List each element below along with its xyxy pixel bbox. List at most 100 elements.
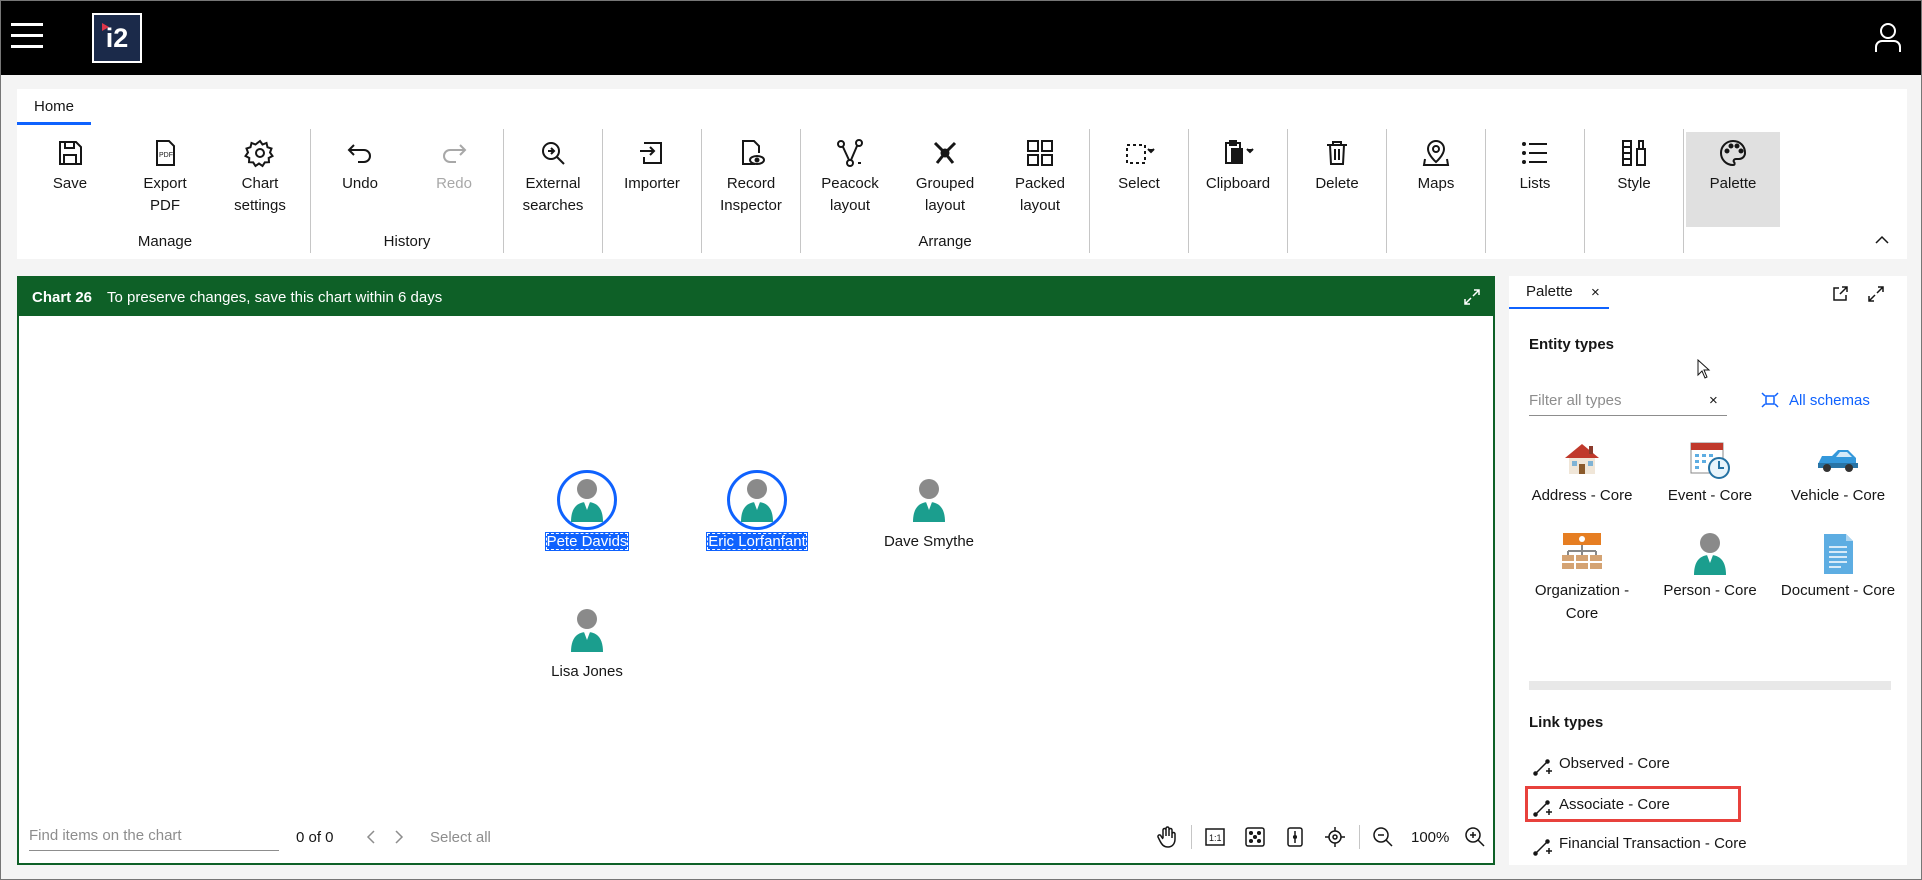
ribbon-divider bbox=[1287, 129, 1288, 253]
undo-button[interactable]: Undo bbox=[313, 137, 407, 227]
fit-selection-icon[interactable] bbox=[1283, 825, 1307, 849]
chart-node-eric-lorfanfant[interactable]: Eric Lorfanfant bbox=[682, 470, 832, 551]
center-target-icon[interactable] bbox=[1323, 825, 1347, 849]
link-add-icon bbox=[1533, 800, 1552, 817]
peacock-layout-icon bbox=[837, 139, 863, 167]
person-node-icon bbox=[899, 470, 959, 530]
collapse-ribbon-icon[interactable] bbox=[1875, 235, 1889, 245]
peacock-layout-button[interactable]: Peacock layout bbox=[803, 137, 897, 227]
packed-label-1: Packed bbox=[1014, 175, 1066, 192]
external-label-1: External bbox=[525, 175, 581, 192]
record-label-2: Inspector bbox=[720, 197, 782, 214]
zoom-in-icon[interactable] bbox=[1463, 825, 1487, 849]
entity-type-organization[interactable]: Organization - Core bbox=[1517, 531, 1647, 625]
packed-layout-button[interactable]: Packed layout bbox=[993, 137, 1087, 227]
entity-label: Vehicle - Core bbox=[1790, 487, 1886, 504]
filter-types-input[interactable] bbox=[1529, 386, 1727, 416]
entity-type-address[interactable]: Address - Core bbox=[1517, 436, 1647, 507]
i2-logo: i2 bbox=[92, 13, 142, 63]
list-icon bbox=[1522, 142, 1547, 164]
ribbon-tab-row: Home bbox=[17, 89, 1907, 125]
link-add-icon bbox=[1533, 839, 1552, 856]
pan-hand-icon[interactable] bbox=[1155, 825, 1179, 849]
maximize-icon[interactable] bbox=[1463, 288, 1481, 306]
car-icon bbox=[1818, 450, 1858, 472]
previous-result-icon[interactable] bbox=[361, 827, 381, 847]
group-arrange-label: Arrange bbox=[918, 233, 972, 250]
delete-button[interactable]: Delete bbox=[1290, 137, 1384, 227]
redo-button[interactable]: Redo bbox=[407, 137, 501, 227]
link-label: Observed - Core bbox=[1559, 755, 1670, 772]
maximize-panel-icon[interactable] bbox=[1867, 285, 1885, 303]
actual-size-icon[interactable]: 1:1 bbox=[1203, 825, 1227, 849]
packed-label-2: layout bbox=[1019, 197, 1061, 214]
tab-palette[interactable]: Palette × bbox=[1509, 276, 1609, 309]
user-profile-icon[interactable] bbox=[1875, 23, 1901, 53]
palette-tab-label: Palette bbox=[1526, 283, 1573, 300]
toolbar-divider bbox=[1191, 825, 1192, 849]
maps-button[interactable]: Maps bbox=[1389, 137, 1483, 227]
peacock-label-1: Peacock bbox=[821, 175, 879, 192]
link-label: Financial Transaction - Core bbox=[1559, 835, 1747, 852]
entity-type-vehicle[interactable]: Vehicle - Core bbox=[1773, 436, 1903, 507]
entity-type-document[interactable]: Document - Core bbox=[1773, 531, 1903, 602]
link-types-heading: Link types bbox=[1529, 714, 1604, 731]
entity-type-person[interactable]: Person - Core bbox=[1645, 531, 1775, 602]
undo-label: Undo bbox=[342, 175, 378, 192]
importer-label: Importer bbox=[624, 175, 680, 192]
fit-all-icon[interactable] bbox=[1243, 825, 1267, 849]
zoom-out-icon[interactable] bbox=[1371, 825, 1395, 849]
select-all-button[interactable]: Select all bbox=[430, 829, 491, 846]
select-button[interactable]: Select bbox=[1092, 137, 1186, 227]
importer-button[interactable]: Importer bbox=[605, 137, 699, 227]
save-button[interactable]: Save bbox=[23, 137, 117, 227]
palette-button[interactable]: Palette bbox=[1686, 132, 1780, 227]
palette-icon bbox=[1720, 139, 1747, 167]
zoom-level: 100% bbox=[1411, 829, 1450, 846]
external-searches-button[interactable]: External searches bbox=[506, 137, 600, 227]
node-label: Eric Lorfanfant bbox=[706, 532, 808, 551]
lists-button[interactable]: Lists bbox=[1488, 137, 1582, 227]
grouped-layout-button[interactable]: Grouped layout bbox=[898, 137, 992, 227]
record-inspector-button[interactable]: Record Inspector bbox=[704, 137, 798, 227]
link-label: Associate - Core bbox=[1559, 796, 1670, 813]
find-items-input[interactable] bbox=[29, 821, 279, 851]
chart-footer-toolbar: 0 of 0 Select all 1:1 100% bbox=[19, 813, 1493, 863]
all-schemas-button[interactable]: All schemas bbox=[1761, 392, 1870, 409]
chart-node-lisa-jones[interactable]: Lisa Jones bbox=[512, 600, 662, 681]
hamburger-menu-icon[interactable] bbox=[11, 23, 43, 49]
link-type-financial-transaction[interactable]: Financial Transaction - Core bbox=[1525, 826, 1825, 862]
chart-canvas[interactable]: Chart 26 To preserve changes, save this … bbox=[17, 276, 1495, 865]
pop-out-icon[interactable] bbox=[1831, 285, 1849, 303]
trash-icon bbox=[1327, 141, 1347, 165]
schema-icon bbox=[1761, 392, 1779, 408]
lists-label: Lists bbox=[1519, 175, 1551, 192]
clipboard-button[interactable]: Clipboard bbox=[1191, 137, 1285, 227]
group-manage-label: Manage bbox=[137, 233, 193, 250]
ribbon-divider bbox=[503, 129, 504, 253]
ribbon-divider bbox=[701, 129, 702, 253]
chart-node-pete-davids[interactable]: Pete Davids bbox=[512, 470, 662, 551]
close-palette-icon[interactable]: × bbox=[1591, 284, 1600, 301]
logo-arrow-icon bbox=[102, 23, 109, 31]
document-icon bbox=[1824, 534, 1853, 574]
ribbon-divider bbox=[1485, 129, 1486, 253]
export-pdf-button[interactable]: PDF Export PDF bbox=[118, 137, 212, 227]
link-type-associate[interactable]: Associate - Core bbox=[1525, 786, 1741, 822]
record-label-1: Record bbox=[726, 175, 776, 192]
entity-list-scrollbar[interactable] bbox=[1529, 681, 1891, 690]
clear-filter-icon[interactable]: × bbox=[1709, 392, 1718, 409]
chart-header: Chart 26 To preserve changes, save this … bbox=[19, 278, 1493, 316]
save-icon bbox=[59, 141, 82, 165]
link-type-observed[interactable]: Observed - Core bbox=[1525, 746, 1745, 782]
tab-home[interactable]: Home bbox=[17, 89, 92, 125]
entity-type-event[interactable]: Event - Core bbox=[1645, 436, 1775, 507]
style-button[interactable]: Style bbox=[1587, 137, 1681, 227]
chart-node-dave-smythe[interactable]: Dave Smythe bbox=[854, 470, 1004, 551]
save-label: Save bbox=[52, 175, 88, 192]
chart-settings-button[interactable]: Chart settings bbox=[213, 137, 307, 227]
ribbon-divider bbox=[1683, 129, 1684, 253]
next-result-icon[interactable] bbox=[389, 827, 409, 847]
entity-types-heading: Entity types bbox=[1529, 336, 1615, 353]
export-label-2: PDF bbox=[150, 197, 180, 214]
